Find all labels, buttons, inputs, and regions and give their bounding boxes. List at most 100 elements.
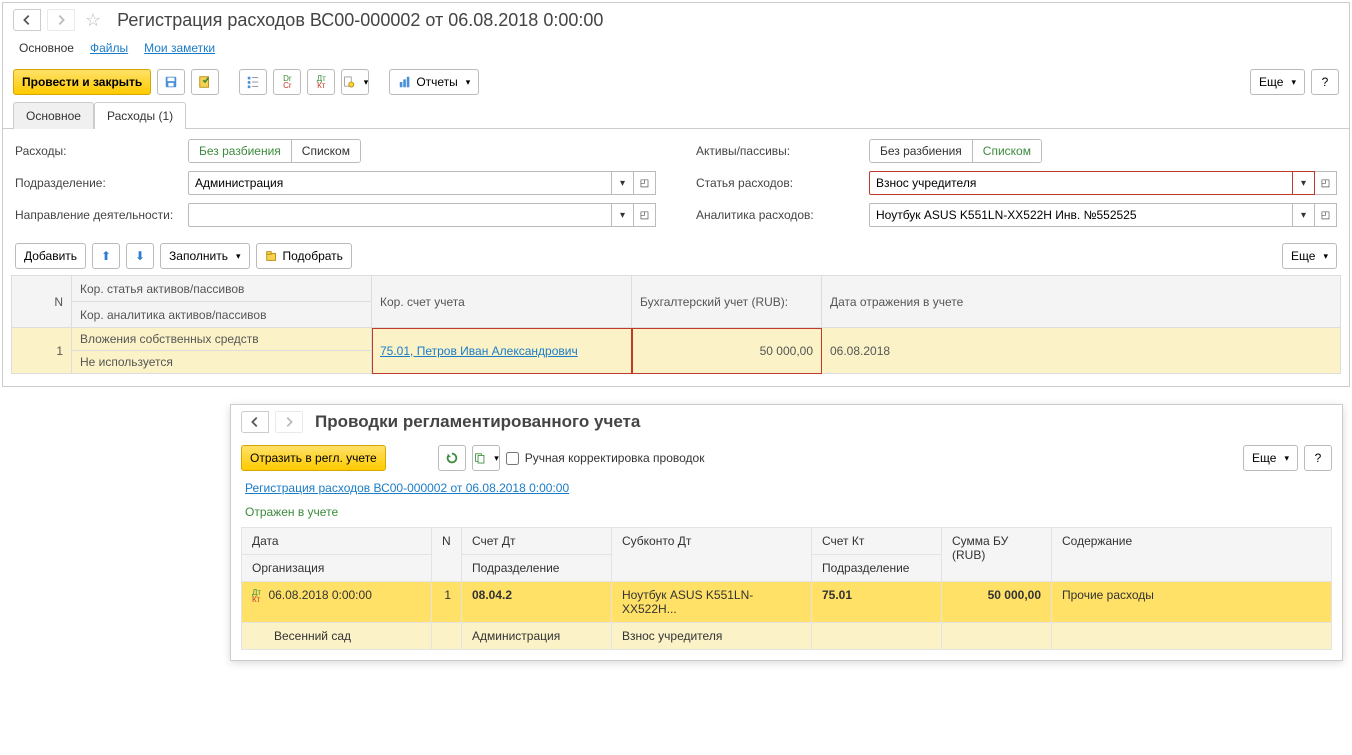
- add-button[interactable]: Добавить: [15, 243, 86, 269]
- cell-n: 1: [12, 328, 72, 374]
- cell-corr-account[interactable]: 75.01, Петров Иван Александрович: [372, 328, 632, 374]
- drcr-button[interactable]: DrCr: [273, 69, 301, 95]
- activity-dropdown-icon[interactable]: ▾: [612, 203, 634, 227]
- cell-corr-analytics[interactable]: Не используется: [72, 351, 372, 374]
- col2-org[interactable]: Организация: [242, 555, 432, 582]
- fill-button[interactable]: Заполнить: [160, 243, 249, 269]
- cell2-n: 1: [432, 582, 462, 623]
- subdiv-input[interactable]: [188, 171, 612, 195]
- cell2-org: Весенний сад: [242, 623, 432, 650]
- tab-main[interactable]: Основное: [13, 102, 94, 129]
- tab-expenses[interactable]: Расходы (1): [94, 102, 186, 129]
- analytics-open-icon[interactable]: ◰: [1315, 203, 1337, 227]
- cell2-date: ДтКт 06.08.2018 0:00:00: [242, 582, 432, 623]
- more-button[interactable]: Еще: [1250, 69, 1305, 95]
- corr-account-link[interactable]: 75.01, Петров Иван Александрович: [380, 344, 578, 358]
- posting-row[interactable]: ДтКт 06.08.2018 0:00:00 1 08.04.2 Ноутбу…: [242, 582, 1332, 623]
- col2-subkonto[interactable]: Субконто Дт: [612, 528, 812, 582]
- pick-button[interactable]: Подобрать: [256, 243, 352, 269]
- grid-toolbar: Добавить ⬆ ⬇ Заполнить Подобрать Еще: [3, 237, 1349, 275]
- col2-sum[interactable]: Сумма БУ (RUB): [942, 528, 1052, 582]
- help-button[interactable]: ?: [1311, 69, 1339, 95]
- assets-label: Активы/пассивы:: [696, 144, 861, 158]
- tab-bar: Основное Расходы (1): [3, 101, 1349, 129]
- expenses-toggle: Без разбиения Списком: [188, 139, 361, 163]
- item-input[interactable]: [869, 171, 1293, 195]
- col-corr-analytics[interactable]: Кор. аналитика активов/пассивов: [72, 302, 372, 328]
- col-n[interactable]: N: [12, 276, 72, 328]
- cell2-acc-kt: 75.01: [812, 582, 942, 623]
- expenses-no-split[interactable]: Без разбиения: [189, 140, 291, 162]
- cell2-content: Прочие расходы: [1052, 582, 1332, 623]
- doc-link[interactable]: Регистрация расходов ВС00-000002 от 06.0…: [245, 481, 569, 495]
- reflect-button[interactable]: Отразить в регл. учете: [241, 445, 386, 471]
- commit-close-button[interactable]: Провести и закрыть: [13, 69, 151, 95]
- analytics-input[interactable]: [869, 203, 1293, 227]
- col2-acc-dt[interactable]: Счет Дт: [462, 528, 612, 555]
- col2-date[interactable]: Дата: [242, 528, 432, 555]
- manual-checkbox[interactable]: [506, 452, 519, 465]
- favorite-icon[interactable]: ☆: [85, 10, 101, 31]
- postings-toolbar: Отразить в регл. учете Ручная корректиро…: [231, 439, 1342, 477]
- post-button[interactable]: [191, 69, 219, 95]
- cell2-subkonto: Ноутбук ASUS K551LN-XX522H...: [612, 582, 812, 623]
- copy-button[interactable]: [472, 445, 500, 471]
- col-accounting[interactable]: Бухгалтерский учет (RUB):: [632, 276, 822, 328]
- col2-acc-kt[interactable]: Счет Кт: [812, 528, 942, 555]
- move-up-button[interactable]: ⬆: [92, 243, 120, 269]
- col-date[interactable]: Дата отражения в учете: [822, 276, 1341, 328]
- subnav: Основное Файлы Мои заметки: [3, 37, 1349, 63]
- expenses-list[interactable]: Списком: [291, 140, 360, 162]
- postings-help-button[interactable]: ?: [1304, 445, 1332, 471]
- subnav-notes[interactable]: Мои заметки: [144, 41, 215, 55]
- subdiv-dropdown-icon[interactable]: ▾: [612, 171, 634, 195]
- refresh-button[interactable]: [438, 445, 466, 471]
- activity-label: Направление деятельности:: [15, 208, 180, 222]
- subnav-main[interactable]: Основное: [19, 41, 74, 55]
- cell-amount[interactable]: 50 000,00: [632, 328, 822, 374]
- item-dropdown-icon[interactable]: ▾: [1293, 171, 1315, 195]
- reports-button[interactable]: Отчеты: [389, 69, 479, 95]
- activity-open-icon[interactable]: ◰: [634, 203, 656, 227]
- cell2-acc-dt: 08.04.2: [462, 582, 612, 623]
- postings-window: Проводки регламентированного учета Отраз…: [230, 404, 1343, 661]
- document-dropdown-button[interactable]: [341, 69, 369, 95]
- col2-subdiv2[interactable]: Подразделение: [812, 555, 942, 582]
- forward-button[interactable]: [47, 9, 75, 31]
- assets-list[interactable]: Списком: [972, 140, 1041, 162]
- analytics-dropdown-icon[interactable]: ▾: [1293, 203, 1315, 227]
- subdiv-open-icon[interactable]: ◰: [634, 171, 656, 195]
- col-corr-account[interactable]: Кор. счет учета: [372, 276, 632, 328]
- grid-more-button[interactable]: Еще: [1282, 243, 1337, 269]
- move-down-button[interactable]: ⬇: [126, 243, 154, 269]
- forward-button-2[interactable]: [275, 411, 303, 433]
- postings-more-button[interactable]: Еще: [1243, 445, 1298, 471]
- back-button[interactable]: [13, 9, 41, 31]
- analytics-label: Аналитика расходов:: [696, 208, 861, 222]
- cell-date[interactable]: 06.08.2018: [822, 328, 1341, 374]
- cell-corr-item[interactable]: Вложения собственных средств: [72, 328, 372, 351]
- back-button-2[interactable]: [241, 411, 269, 433]
- item-open-icon[interactable]: ◰: [1315, 171, 1337, 195]
- structure-button[interactable]: [239, 69, 267, 95]
- expenses-grid: N Кор. статья активов/пассивов Кор. счет…: [11, 275, 1341, 374]
- col2-content[interactable]: Содержание: [1052, 528, 1332, 582]
- subdiv-label: Подразделение:: [15, 176, 180, 190]
- col2-n[interactable]: N: [432, 528, 462, 582]
- assets-toggle: Без разбиения Списком: [869, 139, 1042, 163]
- col-corr-item[interactable]: Кор. статья активов/пассивов: [72, 276, 372, 302]
- posting-row[interactable]: Весенний сад Администрация Взнос учредит…: [242, 623, 1332, 650]
- main-toolbar: Провести и закрыть DrCr ДтКт Отчеты Еще …: [3, 63, 1349, 101]
- dtkt-button[interactable]: ДтКт: [307, 69, 335, 95]
- dtkt-icon: ДтКт: [252, 589, 261, 603]
- table-row[interactable]: 1 Вложения собственных средств 75.01, Пе…: [12, 328, 1341, 351]
- save-button[interactable]: [157, 69, 185, 95]
- expenses-label: Расходы:: [15, 144, 180, 158]
- item-label: Статья расходов:: [696, 176, 861, 190]
- col2-subdiv[interactable]: Подразделение: [462, 555, 612, 582]
- assets-no-split[interactable]: Без разбиения: [870, 140, 972, 162]
- cell2-sum: 50 000,00: [942, 582, 1052, 623]
- postings-title: Проводки регламентированного учета: [315, 412, 640, 432]
- subnav-files[interactable]: Файлы: [90, 41, 128, 55]
- activity-input[interactable]: [188, 203, 612, 227]
